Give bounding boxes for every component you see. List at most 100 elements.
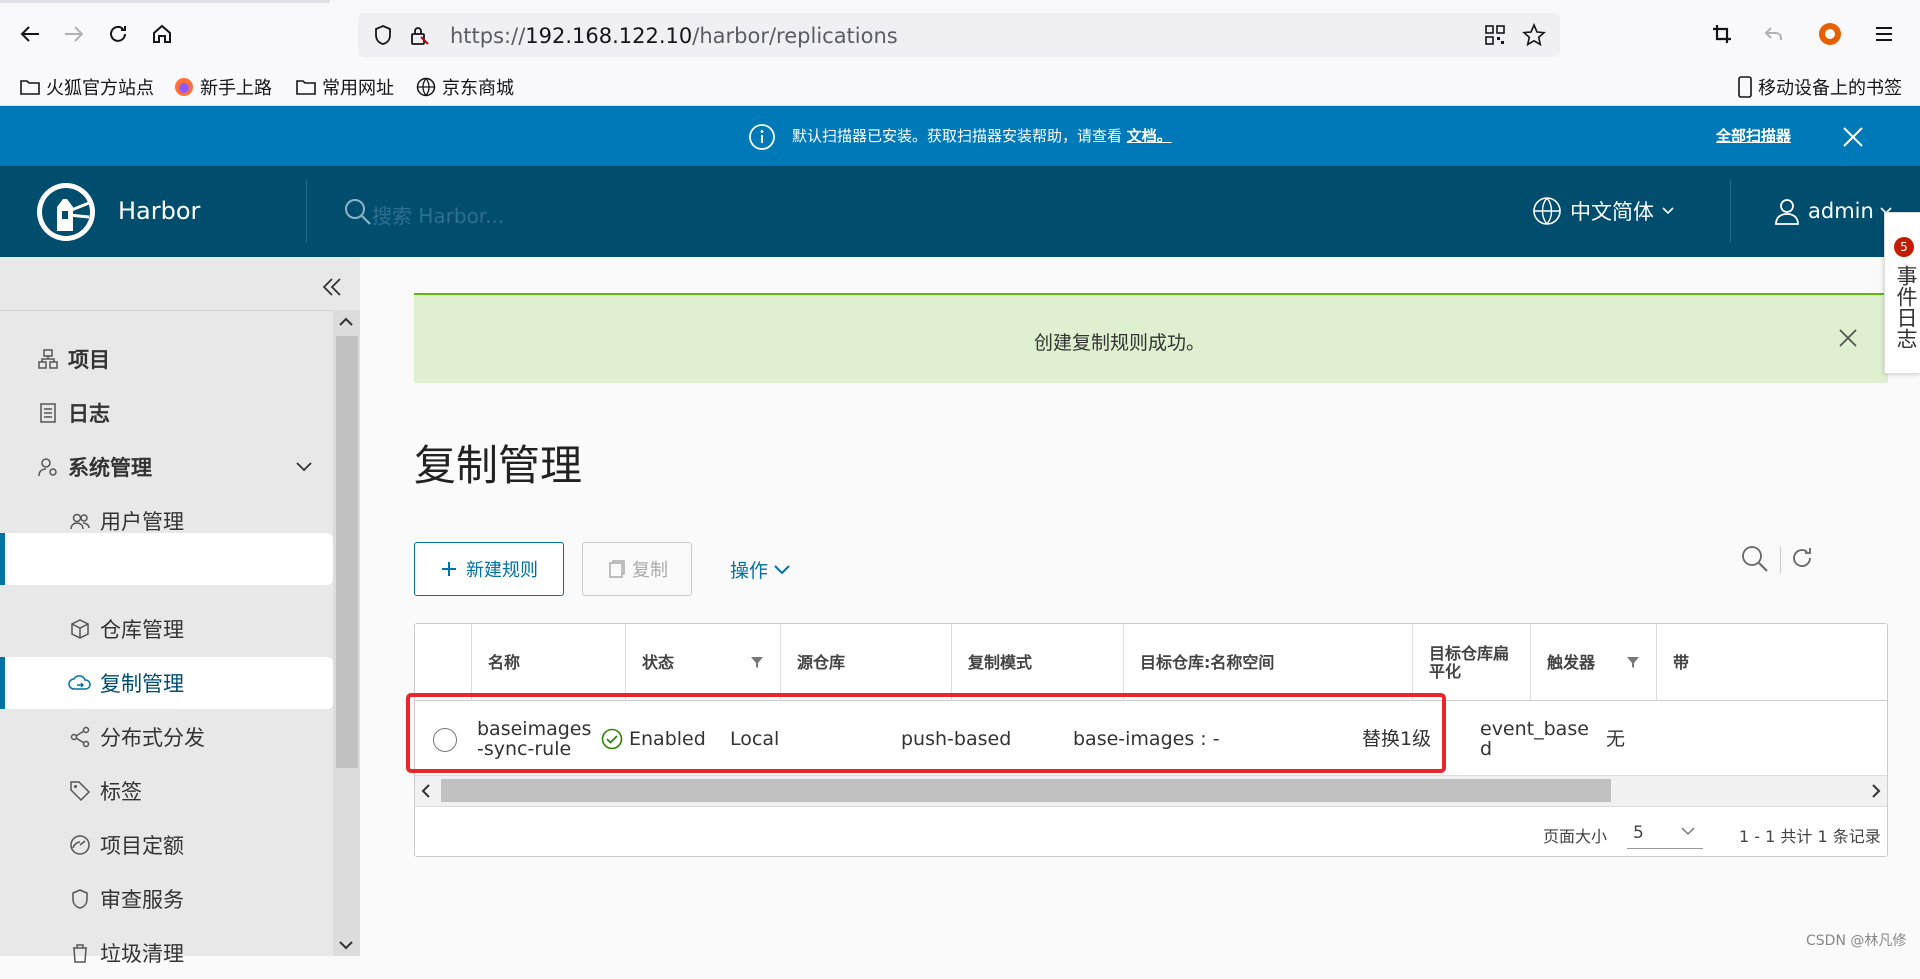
quota-icon (68, 833, 92, 857)
close-icon[interactable] (1838, 328, 1858, 348)
sidebar-item-label: 项目 (68, 348, 110, 372)
firefox-icon (175, 78, 193, 96)
sidebar-item-gc[interactable]: 垃圾清理 (0, 927, 333, 979)
sidebar-item-quotas[interactable]: 项目定额 (0, 819, 333, 871)
banner-text: 默认扫描器已安装。获取扫描器安装帮助，请查看 (792, 127, 1123, 145)
screenshot-button[interactable] (1706, 18, 1738, 50)
event-log-label: 事件日志 (1894, 265, 1918, 349)
bookmark-label: 新手上路 (200, 78, 272, 99)
scroll-up-icon (339, 317, 353, 326)
sidebar-item-interrogation[interactable]: 审查服务 (0, 873, 333, 925)
page-size-label: 页面大小 (1543, 827, 1608, 846)
url-bar[interactable]: https://192.168.122.10/harbor/replicatio… (358, 13, 1560, 57)
brand-name[interactable]: Harbor (118, 197, 200, 225)
event-log-tab[interactable]: 5 事件日志 (1884, 212, 1920, 374)
distribution-icon (68, 725, 92, 749)
forward-button[interactable] (58, 18, 90, 50)
sidebar-item-logs[interactable]: 日志 (0, 387, 333, 439)
mobile-bookmarks-label: 移动设备上的书签 (1758, 78, 1902, 99)
back-arrow-icon (20, 26, 39, 42)
chevron-down-icon[interactable] (296, 462, 312, 472)
sidebar-item-administration[interactable]: 系统管理 (0, 441, 333, 493)
new-rule-button[interactable]: 新建规则 (414, 542, 564, 596)
banner-message: 默认扫描器已安装。获取扫描器安装帮助，请查看 文档。 (792, 125, 1172, 146)
language-label: 中文简体 (1570, 200, 1654, 224)
search-icon[interactable] (1740, 544, 1770, 574)
scroll-down-icon (339, 941, 353, 950)
sidebar-item-label: 系统管理 (68, 456, 152, 480)
actions-dropdown[interactable]: 操作 (730, 556, 790, 583)
bookmark-item[interactable]: 新手上路 (174, 74, 272, 100)
chevron-down-icon (1662, 207, 1674, 215)
home-button[interactable] (146, 18, 178, 50)
page-size-select[interactable]: 5 (1627, 817, 1703, 849)
bookmarks-bar: 火狐官方站点 新手上路 常用网址 京东商城 移动设备上的书签 (0, 68, 1920, 106)
sidebar-item-replications[interactable] (0, 533, 333, 585)
sidebar-item-label: 复制管理 (100, 672, 184, 696)
search-icon (345, 199, 371, 225)
refresh-icon[interactable] (1788, 544, 1816, 572)
sidebar-item-label: 仓库管理 (100, 618, 184, 642)
reload-button[interactable] (102, 18, 134, 50)
undo-button[interactable] (1758, 18, 1790, 50)
trash-icon (68, 941, 92, 965)
trigger-line: event_base (1480, 717, 1589, 740)
copy-label: 复制 (632, 560, 668, 581)
browser-toolbar: https://192.168.122.10/harbor/replicatio… (0, 0, 1920, 68)
extension-record-icon (1819, 23, 1841, 45)
trigger-line: d (1480, 737, 1493, 760)
filter-icon[interactable] (1626, 655, 1640, 669)
page-title: 复制管理 (414, 441, 583, 490)
tab-strip (0, 0, 330, 3)
sidebar-divider (0, 310, 360, 311)
projects-icon (36, 347, 60, 371)
column-header-flatten[interactable]: 目标仓库扁平化 (1412, 624, 1530, 701)
extension-button[interactable] (1814, 18, 1846, 50)
sidebar-item-label: 分布式分发 (100, 726, 205, 750)
menu-button[interactable] (1868, 18, 1900, 50)
bookmark-star-icon (1522, 23, 1546, 47)
qr-code-icon (1485, 25, 1505, 45)
forward-arrow-icon (65, 26, 84, 42)
sidebar-item-label: 用户管理 (100, 510, 184, 534)
username: admin (1808, 199, 1874, 223)
column-header-trigger[interactable]: 触发器 (1530, 624, 1656, 701)
bookmark-label: 京东商城 (442, 78, 514, 99)
sidebar-item-label: 审查服务 (100, 888, 184, 912)
collapse-sidebar-icon[interactable] (320, 275, 344, 299)
sidebar-scroll-thumb[interactable] (336, 336, 358, 768)
copy-button[interactable]: 复制 (582, 542, 692, 596)
bookmark-item[interactable]: 常用网址 (296, 74, 394, 100)
table-scroll-thumb[interactable] (441, 779, 1611, 802)
close-icon[interactable] (1842, 126, 1864, 148)
column-header-status[interactable]: 状态 (625, 624, 780, 701)
bookmark-item[interactable]: 火狐官方站点 (20, 74, 154, 100)
sidebar-item-replications-active[interactable]: 复制管理 (0, 657, 333, 709)
column-header-target[interactable]: 目标仓库:名称空间 (1123, 624, 1412, 701)
folder-icon (20, 80, 40, 95)
sidebar-item-distribution[interactable]: 分布式分发 (0, 711, 333, 763)
logs-icon (36, 401, 60, 425)
sidebar-item-projects[interactable]: 项目 (0, 333, 333, 385)
column-header-bandwidth[interactable]: 带 (1656, 624, 1887, 701)
mobile-bookmarks[interactable]: 移动设备上的书签 (1738, 74, 1902, 100)
bookmark-label: 常用网址 (322, 78, 394, 99)
banner-docs-link[interactable]: 文档。 (1127, 127, 1172, 145)
sidebar-item-registries[interactable]: 仓库管理 (0, 603, 333, 655)
back-button[interactable] (14, 18, 46, 50)
harbor-logo-icon (37, 183, 95, 241)
filter-icon[interactable] (750, 655, 764, 669)
bookmark-item[interactable]: 京东商城 (416, 74, 514, 100)
column-header-source[interactable]: 源仓库 (780, 624, 951, 701)
all-scanners-link[interactable]: 全部扫描器 (1716, 125, 1791, 146)
user-menu[interactable]: admin (1772, 196, 1892, 226)
language-selector[interactable]: 中文简体 (1532, 196, 1674, 226)
table-horizontal-scrollbar[interactable] (415, 776, 1887, 806)
column-header-mode[interactable]: 复制模式 (951, 624, 1123, 701)
sidebar-scrollbar[interactable] (333, 310, 360, 956)
column-header-name[interactable]: 名称 (471, 624, 625, 701)
url-text[interactable]: https://192.168.122.10/harbor/replicatio… (450, 24, 898, 48)
sidebar-item-label: 项目定额 (100, 834, 184, 858)
sidebar-item-labels[interactable]: 标签 (0, 765, 333, 817)
global-search-input[interactable]: 搜索 Harbor... (372, 200, 504, 229)
